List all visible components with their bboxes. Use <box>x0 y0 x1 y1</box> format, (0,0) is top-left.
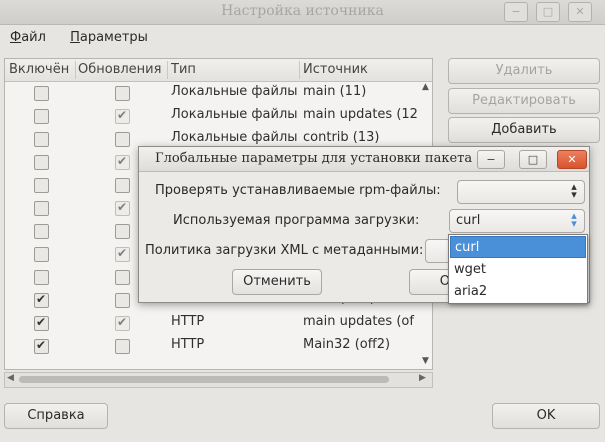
scroll-up-icon[interactable]: ▲ <box>422 82 429 92</box>
enabled-checkbox[interactable] <box>34 247 49 262</box>
dialog-close-icon[interactable]: ✕ <box>557 150 587 169</box>
updates-checkbox[interactable] <box>115 154 130 170</box>
scroll-left-icon[interactable]: ◀ <box>7 373 14 383</box>
dialog-titlebar: Глобальные параметры для установки пакет… <box>139 147 589 172</box>
source-cell: main (11) <box>303 84 367 99</box>
maximize-icon[interactable]: □ <box>536 2 560 22</box>
source-cell: Main32 (off2) <box>303 337 391 352</box>
enabled-checkbox[interactable] <box>34 315 49 331</box>
dialog-title: Глобальные параметры для установки пакет… <box>155 151 473 166</box>
column-source[interactable]: Источник <box>303 62 368 77</box>
help-button[interactable]: Справка <box>4 403 108 429</box>
updates-checkbox[interactable] <box>115 108 130 124</box>
enabled-checkbox[interactable] <box>34 178 49 193</box>
downloader-dropdown-list: curl wget aria2 <box>448 234 588 304</box>
table-row[interactable]: Локальные файлы main (11) <box>5 81 432 104</box>
scroll-right-icon[interactable]: ▶ <box>419 373 426 383</box>
enabled-checkbox[interactable] <box>34 155 49 170</box>
updates-checkbox[interactable] <box>115 178 130 193</box>
updates-checkbox[interactable] <box>115 315 130 331</box>
add-button[interactable]: Добавить <box>448 117 600 143</box>
column-enabled[interactable]: Включён <box>9 62 69 77</box>
cancel-button[interactable]: Отменить <box>232 269 322 295</box>
scroll-down-icon[interactable]: ▼ <box>422 356 429 366</box>
updates-checkbox[interactable] <box>115 339 130 354</box>
updates-checkbox[interactable] <box>115 200 130 216</box>
chevron-updown-icon: ▴ ▾ <box>571 209 577 230</box>
type-cell: Локальные файлы <box>171 130 298 145</box>
menu-file[interactable]: Файл <box>10 30 46 45</box>
source-cell: contrib (13) <box>303 130 380 145</box>
enabled-checkbox[interactable] <box>34 132 49 147</box>
downloader-combobox[interactable]: curl ▴ ▾ <box>449 209 585 233</box>
xml-policy-label: Политика загрузки XML с метаданными: <box>145 243 424 258</box>
type-cell: Локальные файлы <box>171 107 298 122</box>
enabled-checkbox[interactable] <box>34 224 49 239</box>
table-header: Включён Обновления Тип Источник <box>5 59 432 82</box>
window-titlebar: Настройка источника − □ ✕ <box>0 0 605 25</box>
source-cell: main updates (of <box>303 314 414 329</box>
dialog-minimize-icon[interactable]: − <box>477 150 505 169</box>
downloader-value: curl <box>456 213 481 228</box>
enabled-checkbox[interactable] <box>34 201 49 216</box>
table-row[interactable]: Локальные файлы main updates (12 <box>5 104 432 127</box>
check-rpm-label: Проверять устанавливаемые rpm-файлы: <box>155 183 441 198</box>
dropdown-option-curl[interactable]: curl <box>450 236 586 258</box>
ok-button[interactable]: OK <box>492 403 600 429</box>
dropdown-option-wget[interactable]: wget <box>450 259 586 281</box>
type-cell: HTTP <box>171 314 205 329</box>
dialog-maximize-icon[interactable]: □ <box>519 150 547 169</box>
enabled-checkbox[interactable] <box>34 109 49 124</box>
updates-checkbox[interactable] <box>115 224 130 239</box>
column-updates[interactable]: Обновления <box>78 62 161 77</box>
type-cell: Локальные файлы <box>171 84 298 99</box>
source-cell: main updates (12 <box>303 107 418 122</box>
menu-bar: Файл Параметры <box>0 30 158 50</box>
chevron-updown-icon: ▴ ▾ <box>571 180 577 201</box>
enabled-checkbox[interactable] <box>34 86 49 101</box>
column-type[interactable]: Тип <box>171 62 196 77</box>
downloader-label: Используемая программа загрузки: <box>173 213 420 228</box>
updates-checkbox[interactable] <box>115 270 130 285</box>
delete-button[interactable]: Удалить <box>448 58 600 84</box>
updates-checkbox[interactable] <box>115 86 130 101</box>
menu-parameters[interactable]: Параметры <box>70 30 148 45</box>
check-rpm-combobox[interactable]: ▴ ▾ <box>457 180 585 204</box>
edit-button[interactable]: Редактировать <box>448 88 600 114</box>
table-row[interactable]: HTTP main updates (of <box>5 311 432 334</box>
updates-checkbox[interactable] <box>115 132 130 147</box>
horizontal-scrollbar[interactable]: ◀ ▶ <box>4 372 433 388</box>
enabled-checkbox[interactable] <box>34 292 49 308</box>
dropdown-option-aria2[interactable]: aria2 <box>450 281 586 303</box>
updates-checkbox[interactable] <box>115 246 130 262</box>
updates-checkbox[interactable] <box>115 293 130 308</box>
enabled-checkbox[interactable] <box>34 270 49 285</box>
scrollbar-thumb[interactable] <box>19 376 389 383</box>
table-row[interactable]: HTTP Main32 (off2) <box>5 334 432 357</box>
close-icon[interactable]: ✕ <box>568 2 592 22</box>
minimize-icon[interactable]: − <box>504 2 528 22</box>
type-cell: HTTP <box>171 337 205 352</box>
enabled-checkbox[interactable] <box>34 338 49 354</box>
